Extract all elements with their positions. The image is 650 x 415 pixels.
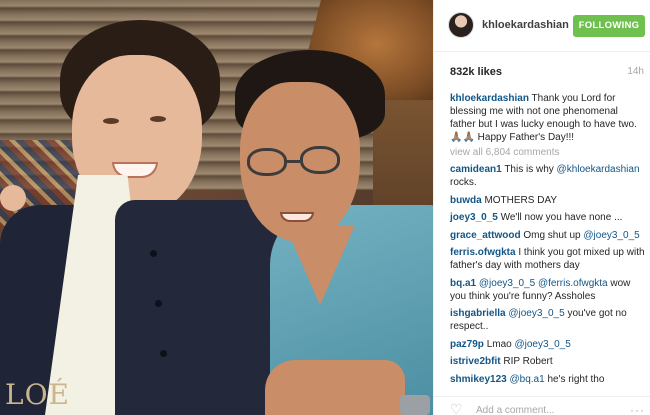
comment-item: bq.a1 @joey3_0_5 @ferris.ofwgkta wow you… [450,277,646,303]
comment-username[interactable]: ferris.ofwgkta [450,247,516,258]
comment-item: joey3_0_5 We'll now you have none ... [450,211,646,224]
comment-text: Lmao [486,338,512,350]
comment-text: RIP Robert [503,356,553,367]
comment-text-after: he's right tho [544,373,605,385]
comment-mention[interactable]: @joey3_0_5 [583,230,639,241]
comment-item: istrive2bfit RIP Robert [450,355,646,368]
hand-on-shoulder [0,185,26,211]
wristwatch [400,395,430,415]
left-person-eye [103,118,119,124]
likes-count[interactable]: 832k likes [450,66,502,78]
comment-username[interactable]: grace_attwood [450,230,521,241]
post-caption: khloekardashian Thank you Lord for bless… [450,92,646,144]
more-options-icon[interactable]: ··· [630,403,645,415]
comment-username[interactable]: bq.a1 [450,278,476,289]
comment-item: camidean1 This is why @khloekardashian r… [450,163,646,189]
comment-item: grace_attwood Omg shut up @joey3_0_5 [450,229,646,242]
comment-username[interactable]: joey3_0_5 [450,212,498,223]
comment-mention[interactable]: @joey3_0_5 @ferris.ofwgkta [479,278,608,289]
comment-item: paz79p Lmao @joey3_0_5 [450,338,646,351]
comment-text: This is why [504,164,554,175]
comment-username[interactable]: shmikey123 [450,374,507,385]
comment-username[interactable]: paz79p [450,339,484,350]
comment-item: ferris.ofwgkta I think you got mixed up … [450,246,646,272]
post-header: khloekardashian FOLLOWING [434,0,650,52]
comment-username[interactable]: ishgabriella [450,308,506,319]
jacket-button [150,250,157,257]
add-comment-input[interactable]: Add a comment... [476,405,554,415]
caption-username[interactable]: khloekardashian [450,93,529,104]
jacket-button [160,350,167,357]
comment-text: MOTHERS DAY [484,194,558,206]
comment-username[interactable]: camidean1 [450,164,502,175]
hand-foreground [265,360,405,415]
following-button[interactable]: FOLLOWING [573,15,645,37]
post-sidebar: khloekardashian FOLLOWING 832k likes 14h… [433,0,650,415]
comment-username[interactable]: buwda [450,195,482,206]
comment-text-after: rocks. [450,177,477,188]
add-comment-bar: ♡ Add a comment... ··· [434,396,650,415]
comment-mention[interactable]: @joey3_0_5 [514,339,570,350]
comment-mention[interactable]: @khloekardashian [557,164,640,175]
jacket-button [155,300,162,307]
comment-item: buwda MOTHERS DAY [450,194,646,207]
glasses-bridge [286,160,300,163]
post-username[interactable]: khloekardashian [482,19,569,31]
comment-mention[interactable]: @bq.a1 [510,374,545,385]
comment-username[interactable]: istrive2bfit [450,356,501,367]
post-time[interactable]: 14h [627,66,644,77]
post-photo[interactable]: LOÉ [0,0,433,415]
right-person-smile [280,212,314,222]
view-all-comments-link[interactable]: view all 6,804 comments [450,147,560,158]
comment-item: shmikey123 @bq.a1 he's right tho [450,373,646,386]
heart-outline-icon[interactable]: ♡ [450,402,463,415]
comment-text: We'll now you have none ... [500,212,623,223]
glasses-left-lens [247,148,287,176]
left-person-eye [150,116,166,122]
comments-list: camidean1 This is why @khloekardashian r… [450,163,646,390]
avatar[interactable] [448,12,474,38]
comment-item: ishgabriella @joey3_0_5 you've got no re… [450,307,646,333]
glasses-right-lens [300,146,340,174]
shirt-print-text: LOÉ [5,378,70,411]
comment-mention[interactable]: @joey3_0_5 [508,308,564,319]
comment-text: Omg shut up [523,229,581,241]
